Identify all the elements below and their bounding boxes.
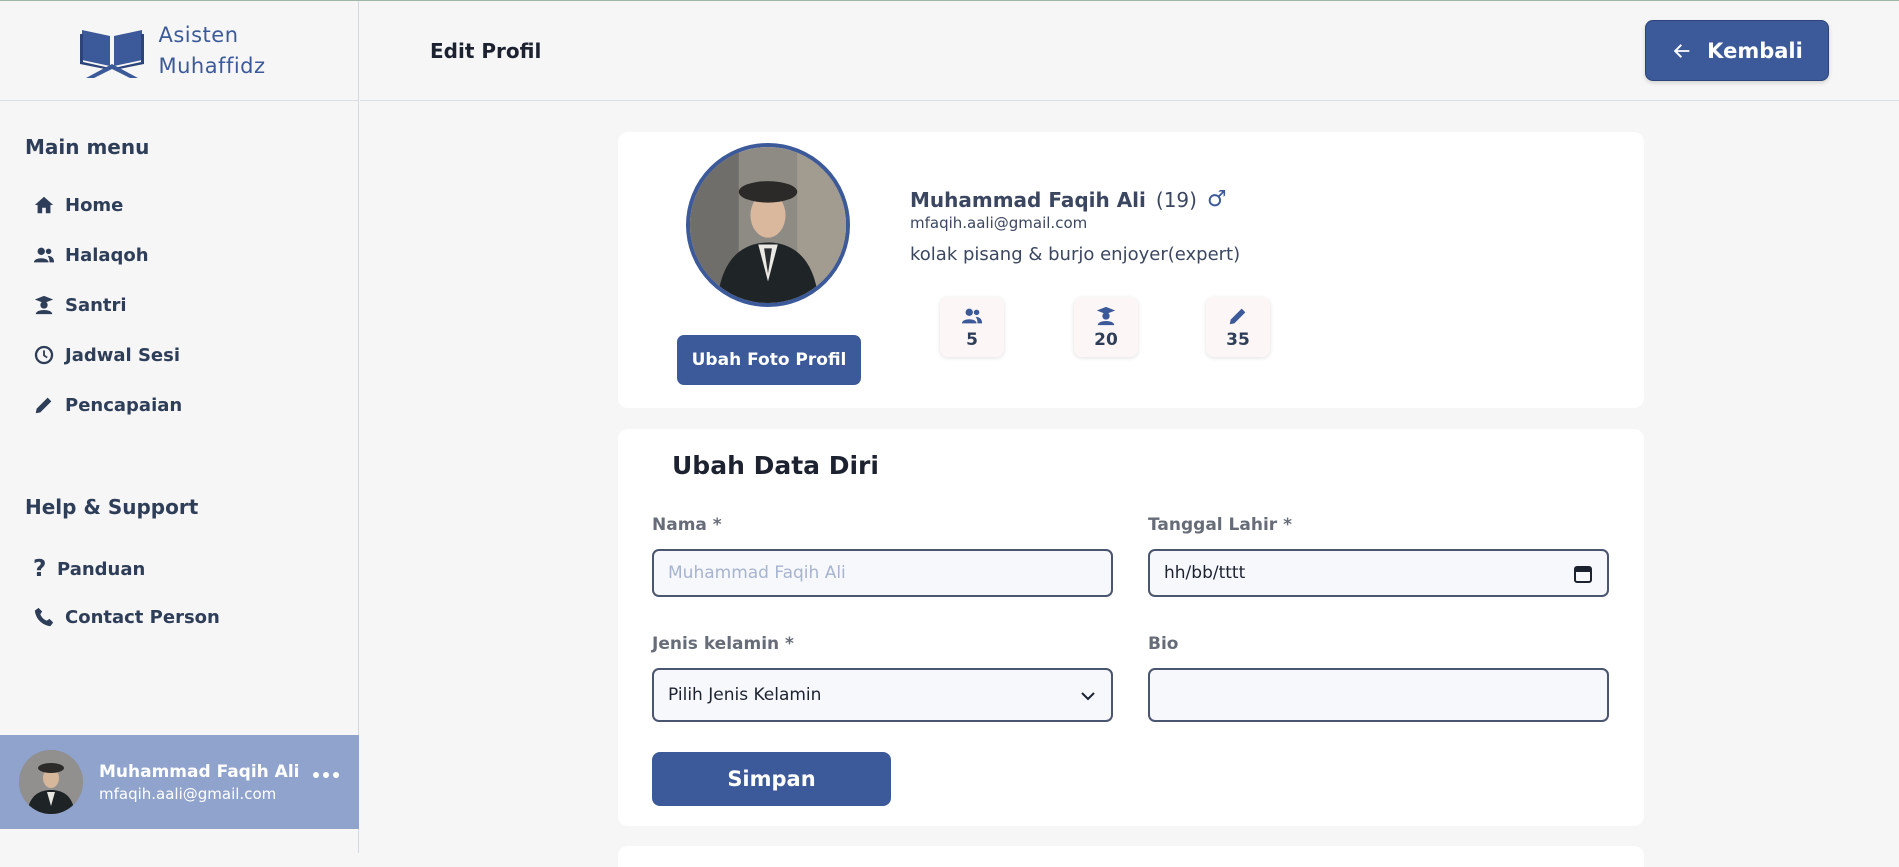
brand[interactable]: Asisten Muhaffidz — [0, 1, 358, 101]
change-photo-button[interactable]: Ubah Foto Profil — [677, 335, 861, 385]
sidebar-item-pencapaian[interactable]: Pencapaian — [33, 394, 182, 416]
top-header: Edit Profil Kembali — [360, 1, 1899, 101]
edit-profile-form: Ubah Data Diri Nama * Muhammad Faqih Ali… — [618, 429, 1644, 826]
name-input[interactable]: Muhammad Faqih Ali — [652, 549, 1113, 597]
student-icon — [1096, 306, 1116, 325]
stat-halaqoh: 5 — [940, 297, 1004, 357]
profile-name: Muhammad Faqih Ali — [910, 187, 1146, 212]
sidebar-item-label: Halaqoh — [65, 244, 149, 266]
birthdate-value: hh/bb/tttt — [1164, 563, 1246, 583]
profile-photo — [686, 143, 850, 307]
user-email: mfaqih.aali@gmail.com — [99, 784, 277, 803]
current-user-card[interactable]: Muhammad Faqih Ali mfaqih.aali@gmail.com — [0, 735, 359, 829]
question-icon: ? — [33, 556, 47, 582]
stat-pencapaian: 35 — [1206, 297, 1270, 357]
sidebar-item-panduan[interactable]: ? Panduan — [33, 556, 145, 582]
clock-icon — [34, 345, 54, 365]
page-title: Edit Profil — [430, 39, 542, 63]
sidebar-item-label: Home — [65, 194, 124, 216]
sidebar-item-home[interactable]: Home — [33, 194, 123, 216]
sidebar-item-halaqoh[interactable]: Halaqoh — [33, 244, 149, 266]
next-section-card — [618, 846, 1644, 867]
sidebar-item-label: Santri — [65, 294, 127, 316]
calendar-icon[interactable] — [1573, 564, 1593, 584]
pencil-icon — [1229, 308, 1246, 324]
stat-value: 20 — [1094, 329, 1118, 350]
save-button[interactable]: Simpan — [652, 752, 891, 806]
back-button[interactable]: Kembali — [1645, 20, 1829, 81]
stat-value: 5 — [966, 329, 978, 350]
pencil-icon — [35, 397, 52, 414]
birthdate-label: Tanggal Lahir * — [1148, 515, 1292, 535]
sidebar-item-santri[interactable]: Santri — [33, 294, 127, 316]
gender-select[interactable]: Pilih Jenis Kelamin — [652, 668, 1113, 722]
profile-name-row: Muhammad Faqih Ali (19) ♂ — [910, 187, 1227, 212]
gender-select-value: Pilih Jenis Kelamin — [668, 685, 822, 705]
brand-name-line1: Asisten — [158, 22, 239, 47]
bio-input[interactable] — [1148, 668, 1609, 722]
gender-label: Jenis kelamin * — [652, 634, 794, 654]
sidebar: Asisten Muhaffidz Main menu Home Halaqoh… — [0, 1, 359, 853]
sidebar-item-contact-person[interactable]: Contact Person — [33, 606, 220, 628]
stat-value: 35 — [1226, 329, 1250, 350]
users-icon — [961, 308, 983, 323]
arrow-left-icon — [1673, 43, 1690, 58]
back-button-label: Kembali — [1707, 38, 1803, 63]
stat-santri: 20 — [1074, 297, 1138, 357]
male-gender-icon: ♂ — [1206, 187, 1227, 212]
sidebar-item-label: Jadwal Sesi — [65, 344, 180, 366]
bio-label: Bio — [1148, 634, 1179, 654]
sidebar-item-label: Pencapaian — [65, 394, 183, 416]
sidebar-item-label: Panduan — [57, 558, 146, 580]
birthdate-input[interactable]: hh/bb/tttt — [1148, 549, 1609, 597]
phone-icon — [34, 607, 54, 627]
profile-bio: kolak pisang & burjo enjoyer(expert) — [910, 244, 1241, 265]
student-icon — [34, 295, 54, 315]
sidebar-item-label: Contact Person — [65, 606, 220, 628]
users-icon — [33, 247, 55, 263]
chevron-down-icon — [1081, 692, 1095, 701]
name-label: Nama * — [652, 515, 722, 535]
form-title: Ubah Data Diri — [672, 451, 879, 480]
brand-name-line2: Muhaffidz — [158, 53, 266, 78]
profile-summary-card: Ubah Foto Profil Muhammad Faqih Ali (19)… — [618, 132, 1644, 408]
main-menu-title: Main menu — [25, 135, 150, 159]
more-options-icon[interactable] — [313, 772, 339, 778]
home-icon — [34, 196, 54, 214]
user-name: Muhammad Faqih Ali — [99, 761, 300, 782]
sidebar-item-jadwal-sesi[interactable]: Jadwal Sesi — [33, 344, 180, 366]
help-support-title: Help & Support — [25, 495, 199, 519]
profile-age: (19) — [1155, 187, 1197, 212]
profile-email: mfaqih.aali@gmail.com — [910, 214, 1088, 232]
avatar — [19, 750, 83, 814]
quran-logo-icon — [80, 29, 145, 78]
